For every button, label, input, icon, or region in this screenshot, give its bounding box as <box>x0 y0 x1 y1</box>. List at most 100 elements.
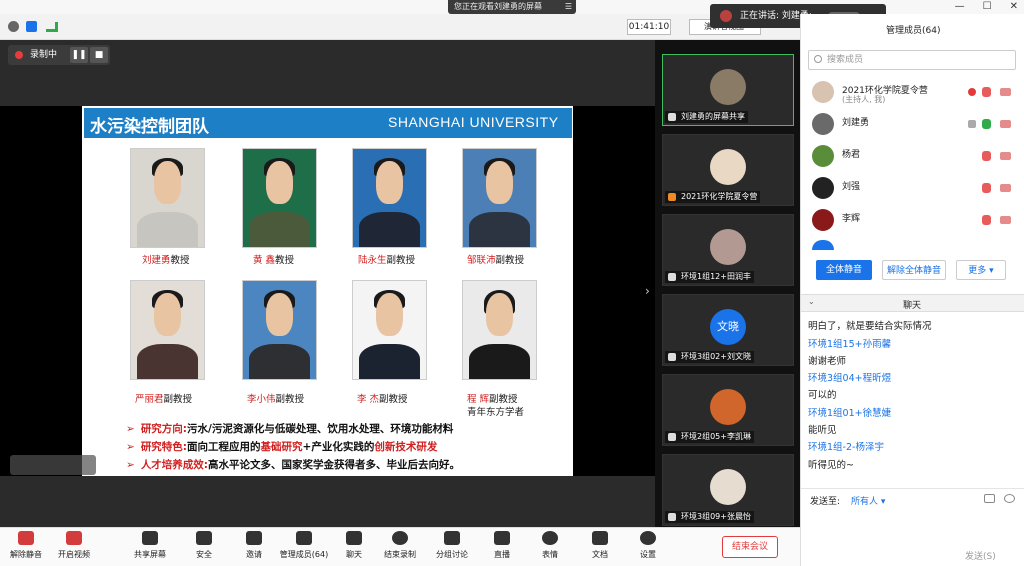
member-name: 李辉 <box>842 214 861 224</box>
stop-recording-button[interactable]: ■ <box>90 47 108 63</box>
sharing-banner[interactable]: 您正在观看刘建勇的屏幕 ☰ <box>448 0 576 14</box>
member-row[interactable]: 刘强 <box>812 176 1016 202</box>
recording-indicator: 录制中 ❚❚ ■ <box>8 45 110 65</box>
manage-members-button[interactable]: 管理成员(64) <box>278 531 330 560</box>
send-button[interactable]: 发送(S) <box>965 549 996 562</box>
emoji-icon <box>542 531 558 545</box>
mic-muted-icon[interactable] <box>982 87 991 97</box>
invite-button[interactable]: 邀请 <box>228 531 280 560</box>
member-row[interactable]: 刘建勇 <box>812 112 1016 138</box>
chevron-down-icon[interactable]: ⌄ <box>808 297 815 306</box>
video-off-icon[interactable] <box>1000 184 1011 192</box>
chat-sender[interactable]: 环境3组04+程昕煜 <box>808 370 891 384</box>
person-photo <box>462 148 537 248</box>
mic-muted-icon[interactable] <box>982 151 991 161</box>
meeting-info-bar <box>0 14 800 40</box>
documents-button[interactable]: 文档 <box>574 531 626 560</box>
slide-bullet: ➢ 研究特色:面向工程应用的基础研究+产业化实践的创新技术研发 <box>126 441 438 453</box>
banner-menu-icon[interactable]: ☰ <box>565 0 572 14</box>
chat-sender[interactable]: 环境1组01+徐慧婕 <box>808 405 891 419</box>
video-tile[interactable]: 文晓 环境3组02+刘文晓 <box>662 294 794 366</box>
tile-avatar <box>710 469 746 505</box>
member-name: 刘强 <box>842 182 861 192</box>
mic-on-icon[interactable] <box>982 119 991 129</box>
person-photo <box>352 148 427 248</box>
member-row[interactable]: 杨君 <box>812 144 1016 170</box>
maximize-icon[interactable]: ☐ <box>983 0 992 14</box>
members-icon <box>296 531 312 545</box>
screen-share-icon <box>668 113 676 121</box>
chat-sender[interactable]: 环境1组-2-杨泽宇 <box>808 439 884 453</box>
member-search-input[interactable]: 搜索成员 <box>808 50 1016 70</box>
member-row[interactable]: 2021环化学院夏令营 (主持人, 我) <box>812 80 1016 106</box>
reactions-button[interactable]: 表情 <box>524 531 576 560</box>
video-tile[interactable]: 环境2组05+李凯琳 <box>662 374 794 446</box>
minimize-icon[interactable]: — <box>955 0 965 14</box>
start-video-button[interactable]: 开启视频 <box>48 531 100 560</box>
mic-muted-icon <box>668 273 676 281</box>
tile-avatar <box>710 149 746 185</box>
video-off-icon <box>66 531 82 545</box>
tile-label: 环境3组09+张晨怡 <box>681 512 751 521</box>
mic-muted-icon[interactable] <box>982 215 991 225</box>
video-tile[interactable]: 刘建勇的屏幕共享 <box>662 54 794 126</box>
signal-icon[interactable] <box>46 22 58 32</box>
chat-message: 谢谢老师 <box>808 356 847 367</box>
video-tile[interactable]: 环境3组09+张晨怡 <box>662 454 794 526</box>
search-placeholder: 搜索成员 <box>827 55 864 65</box>
end-meeting-button[interactable]: 结束会议 <box>722 536 778 558</box>
video-off-icon[interactable] <box>1000 216 1011 224</box>
slide-title: 水污染控制团队 <box>90 117 209 137</box>
mic-muted-icon <box>668 353 676 361</box>
shield-icon[interactable] <box>26 21 37 32</box>
video-off-icon[interactable] <box>1000 120 1011 128</box>
video-off-icon[interactable] <box>1000 88 1011 96</box>
image-icon[interactable] <box>984 494 995 503</box>
unmute-all-button[interactable]: 解除全体静音 <box>882 260 946 280</box>
mute-all-button[interactable]: 全体静音 <box>816 260 872 280</box>
tile-label: 2021环化学院夏令营 <box>681 192 758 201</box>
member-avatar <box>812 145 834 167</box>
member-role: (主持人, 我) <box>842 95 886 104</box>
live-stream-button[interactable]: 直播 <box>476 531 528 560</box>
slide-tools[interactable] <box>10 455 96 475</box>
member-avatar <box>812 177 834 199</box>
more-button[interactable]: 更多 ▾ <box>956 260 1006 280</box>
unmute-button[interactable]: 解除静音 <box>0 531 52 560</box>
slide-bullet: ➢ 人才培养成效:高水平论文多、国家奖学金获得者多、毕业后去向好。 <box>126 459 461 471</box>
person-photo <box>242 280 317 380</box>
person-photo <box>130 148 205 248</box>
member-row[interactable]: 李辉 <box>812 208 1016 234</box>
person-caption: 严丽君副教授 <box>135 394 193 405</box>
video-tile[interactable]: 2021环化学院夏令营 <box>662 134 794 206</box>
settings-button[interactable]: 设置 <box>622 531 674 560</box>
tile-label: 刘建勇的屏幕共享 <box>681 112 745 121</box>
member-name: 刘建勇 <box>842 118 870 128</box>
person-caption: 刘建勇教授 <box>142 255 190 266</box>
send-to-select[interactable]: 所有人 ▾ <box>851 494 885 507</box>
mic-muted-icon[interactable] <box>982 183 991 193</box>
chat-message: 能听见 <box>808 425 837 436</box>
chat-message: 明白了，就是要结合实际情况 <box>808 321 932 332</box>
person-photo <box>242 148 317 248</box>
chat-button[interactable]: 聊天 <box>328 531 380 560</box>
share-screen-button[interactable]: 共享屏幕 <box>124 531 176 560</box>
chat-sender[interactable]: 环境1组15+孙雨馨 <box>808 336 891 350</box>
person-caption: 程 辉副教授 <box>467 394 518 405</box>
video-tile[interactable]: 环境1组12+田润丰 <box>662 214 794 286</box>
chevron-right-icon[interactable]: › <box>645 284 650 298</box>
info-icon[interactable] <box>8 21 19 32</box>
member-avatar <box>812 113 834 135</box>
pause-recording-button[interactable]: ❚❚ <box>70 47 88 63</box>
tile-label: 环境1组12+田润丰 <box>681 272 751 281</box>
breakout-rooms-button[interactable]: 分组讨论 <box>426 531 478 560</box>
chat-icon <box>346 531 362 545</box>
share-screen-icon <box>142 531 158 545</box>
security-button[interactable]: 安全 <box>178 531 230 560</box>
close-icon[interactable]: ✕ <box>1010 0 1018 14</box>
stop-recording-toolbar-button[interactable]: 结束录制 <box>374 531 426 560</box>
emoji-icon[interactable] <box>1004 494 1015 503</box>
video-off-icon[interactable] <box>1000 152 1011 160</box>
person-note: 青年东方学者 <box>467 407 525 418</box>
search-icon <box>814 55 822 63</box>
